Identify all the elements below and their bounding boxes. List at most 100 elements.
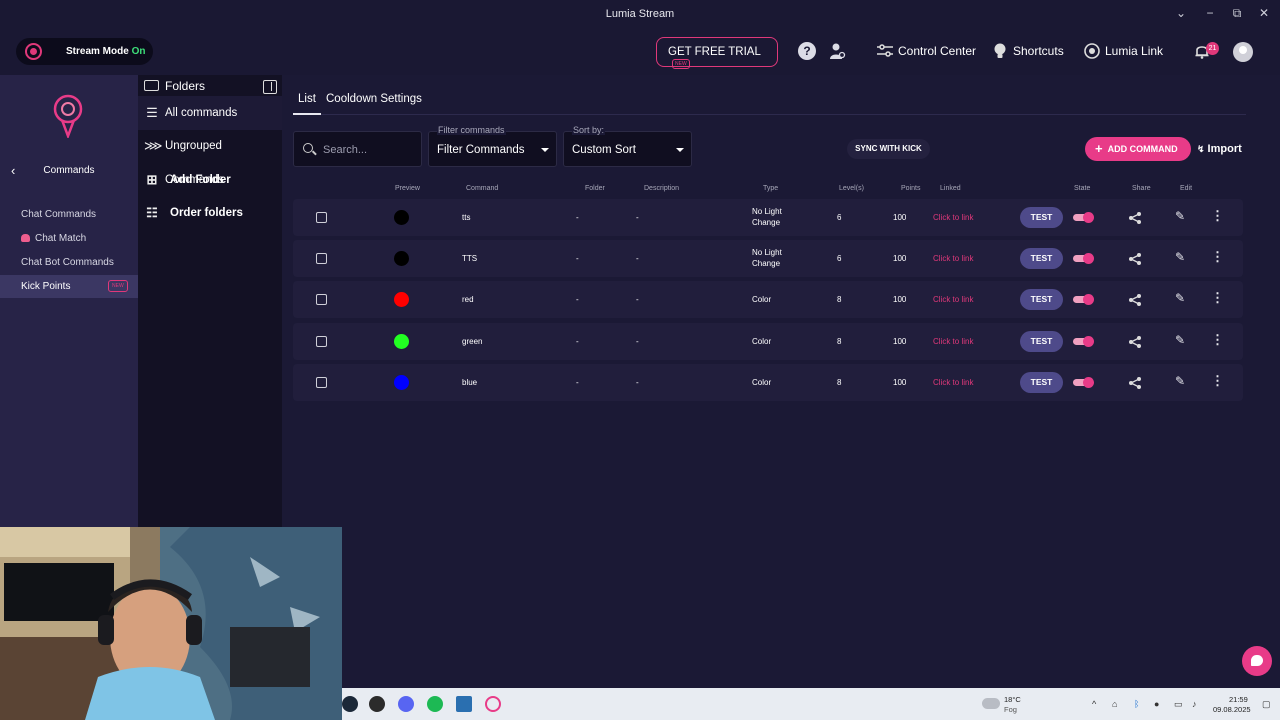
edit-pencil-icon[interactable]: ✎ — [1175, 250, 1185, 264]
caret-down-icon — [541, 148, 549, 152]
support-chat-icon[interactable] — [1242, 646, 1272, 676]
order-list-icon: ☷ — [146, 205, 158, 220]
sync-with-kick-button[interactable]: SYNC WITH KICK — [847, 139, 930, 159]
more-options-icon[interactable]: ⋮ — [1211, 208, 1224, 224]
more-options-icon[interactable]: ⋮ — [1211, 332, 1224, 348]
share-icon[interactable] — [1128, 293, 1142, 307]
test-button[interactable]: TEST — [1020, 289, 1063, 310]
user-settings-icon[interactable] — [828, 42, 846, 60]
col-header-folder: Folder — [585, 185, 605, 192]
sidebar-item-chat-match[interactable]: Chat Match — [0, 227, 138, 250]
sidebar-item-label: Chat Match — [35, 233, 87, 244]
share-icon[interactable] — [1128, 376, 1142, 390]
avatar[interactable] — [1233, 42, 1253, 62]
new-badge: NEW — [108, 280, 128, 292]
sidebar: ‹ Commands Chat Commands Chat Match Chat… — [0, 75, 138, 527]
folder-item-all-commands[interactable]: ☰ All commands — [138, 96, 282, 130]
notification-center-icon[interactable]: ▢ — [1262, 699, 1271, 710]
click-to-link[interactable]: Click to link — [933, 213, 973, 222]
close-icon[interactable]: ✕ — [1256, 6, 1272, 20]
test-button[interactable]: TEST — [1020, 248, 1063, 269]
test-button[interactable]: TEST — [1020, 331, 1063, 352]
microphone-icon[interactable]: ● — [1154, 699, 1159, 709]
col-header-share: Share — [1132, 185, 1151, 192]
state-toggle[interactable] — [1073, 253, 1094, 264]
more-options-icon[interactable]: ⋮ — [1211, 373, 1224, 389]
sidebar-item-kick-points[interactable]: Kick Points NEW — [0, 275, 138, 298]
speaker-icon[interactable]: ♪ — [1192, 699, 1197, 709]
lumia-link-label: Lumia Link — [1105, 44, 1164, 58]
order-folders-button[interactable]: ☷ Order folders — [138, 196, 282, 230]
network-icon[interactable]: ⌂ — [1112, 699, 1117, 709]
help-icon[interactable]: ? — [798, 42, 816, 60]
test-button[interactable]: TEST — [1020, 372, 1063, 393]
edit-pencil-icon[interactable]: ✎ — [1175, 291, 1185, 305]
share-icon[interactable] — [1128, 211, 1142, 225]
click-to-link[interactable]: Click to link — [933, 378, 973, 387]
share-icon[interactable] — [1128, 252, 1142, 266]
lumia-taskbar-icon[interactable] — [485, 696, 501, 712]
col-header-preview: Preview — [395, 185, 420, 192]
click-to-link[interactable]: Click to link — [933, 337, 973, 346]
preview-swatch — [394, 334, 409, 349]
sidebar-title: Commands — [43, 165, 95, 176]
tab-list[interactable]: List — [298, 93, 316, 105]
state-toggle[interactable] — [1073, 294, 1094, 305]
chevron-down-icon[interactable]: ⌄ — [1173, 6, 1189, 20]
app-icon[interactable] — [456, 696, 472, 712]
spotify-icon[interactable] — [427, 696, 443, 712]
state-toggle[interactable] — [1073, 212, 1094, 223]
row-checkbox[interactable] — [316, 377, 327, 388]
sidebar-item-chat-bot-commands[interactable]: Chat Bot Commands — [0, 251, 138, 274]
obs-icon[interactable] — [369, 696, 385, 712]
command-name: green — [462, 337, 483, 346]
add-command-button[interactable]: + ADD COMMAND — [1085, 137, 1191, 161]
filter-commands-select[interactable]: Filter commands Filter Commands — [428, 125, 557, 167]
free-trial-label: GET FREE TRIAL — [668, 46, 761, 58]
stream-mode-toggle[interactable]: Stream Mode On — [16, 38, 153, 65]
row-checkbox[interactable] — [316, 212, 327, 223]
state-toggle[interactable] — [1073, 336, 1094, 347]
add-command-label: ADD COMMAND — [1107, 144, 1178, 154]
row-checkbox[interactable] — [316, 294, 327, 305]
folder-item-ungrouped-commands[interactable]: ⋙ Ungrouped Commands — [138, 129, 282, 186]
click-to-link[interactable]: Click to link — [933, 254, 973, 263]
tab-cooldown-settings[interactable]: Cooldown Settings — [326, 93, 422, 105]
tray-chevron-icon[interactable]: ^ — [1092, 699, 1096, 709]
edit-pencil-icon[interactable]: ✎ — [1175, 333, 1185, 347]
col-header-points: Points — [901, 185, 921, 192]
free-trial-button[interactable]: GET FREE TRIAL NEW — [656, 37, 778, 69]
sort-by-select[interactable]: Sort by: Custom Sort — [563, 125, 692, 167]
collapse-panel-icon[interactable] — [263, 80, 277, 94]
add-folder-button[interactable]: ⊞ Add Folder — [138, 163, 282, 197]
edit-pencil-icon[interactable]: ✎ — [1175, 209, 1185, 223]
stream-mode-icon — [25, 43, 42, 60]
more-options-icon[interactable]: ⋮ — [1211, 249, 1224, 265]
state-toggle[interactable] — [1073, 377, 1094, 388]
row-checkbox[interactable] — [316, 253, 327, 264]
add-folder-label: Add Folder — [170, 174, 231, 186]
link-icon — [1084, 43, 1100, 59]
import-button[interactable]: ↯ Import — [1197, 143, 1242, 155]
discord-icon[interactable] — [398, 696, 414, 712]
row-checkbox[interactable] — [316, 336, 327, 347]
test-button[interactable]: TEST — [1020, 207, 1063, 228]
more-options-icon[interactable]: ⋮ — [1211, 290, 1224, 306]
share-icon[interactable] — [1128, 335, 1142, 349]
level-value: 6 — [837, 213, 842, 222]
display-icon[interactable]: ▭ — [1174, 699, 1183, 710]
edit-pencil-icon[interactable]: ✎ — [1175, 374, 1185, 388]
level-value: 8 — [837, 337, 842, 346]
col-header-linked: Linked — [940, 185, 961, 192]
preview-swatch — [394, 210, 409, 225]
list-icon: ☰ — [146, 105, 158, 120]
click-to-link[interactable]: Click to link — [933, 295, 973, 304]
restore-icon[interactable]: ⧉ — [1229, 6, 1245, 21]
sidebar-item-chat-commands[interactable]: Chat Commands — [0, 203, 138, 226]
minimize-icon[interactable]: − — [1202, 6, 1218, 20]
search-input[interactable]: Search... — [293, 131, 422, 167]
col-header-type: Type — [763, 185, 779, 192]
steam-icon[interactable] — [342, 696, 358, 712]
folder-value: - — [576, 213, 579, 222]
bluetooth-icon[interactable]: ᛒ — [1134, 699, 1139, 709]
